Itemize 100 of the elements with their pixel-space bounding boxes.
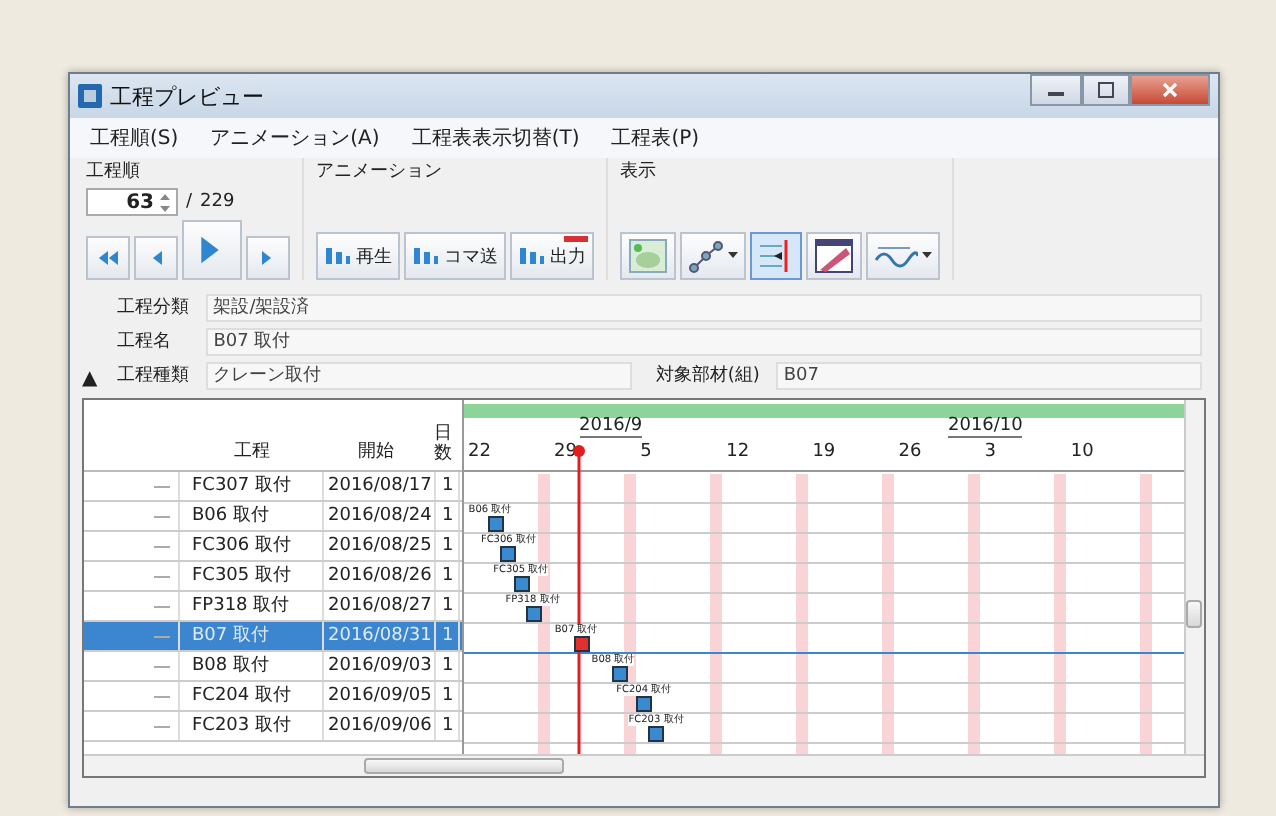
display-tool-button[interactable] [866,232,940,280]
vertical-scrollbar[interactable] [1184,400,1204,754]
group-label: 表示 [620,159,658,184]
month-label: 2016/9 [579,416,643,438]
group-label: 工程順 [86,159,142,184]
day-label: 22 [468,442,491,462]
table-row[interactable]: B08 取付 2016/09/03 1 [84,652,462,682]
table-row[interactable]: FP318 取付 2016/08/27 1 [84,592,462,622]
table-cell: 1 [436,592,460,620]
play-button[interactable] [182,220,242,280]
field-label: 対象部材(組) [653,363,762,388]
network-icon [688,238,724,274]
menu-item[interactable]: アニメーション(A) [210,124,380,152]
day-label: 19 [812,442,836,462]
horizontal-scrollbar[interactable] [84,754,1204,776]
table-cell: 1 [436,682,460,710]
task-marker[interactable] [513,576,530,592]
menu-item[interactable]: 工程順(S) [90,124,179,152]
table-cell: FC307 取付 [180,472,324,500]
maximize-button[interactable] [1082,74,1130,106]
field-label: 工程種類 [115,363,192,388]
table-cell: FP318 取付 [180,592,324,620]
month-label: 2016/10 [948,416,1023,438]
collapse-toggle[interactable]: ▲ [82,368,98,390]
table-cell: 2016/08/26 [324,562,436,590]
animation-button[interactable]: 出力 [510,232,594,280]
field-label: 工程名 [115,329,174,354]
day-label: 10 [1070,442,1094,462]
menu-item[interactable]: 工程表(P) [611,124,700,152]
chart-window-icon [814,238,854,274]
task-marker[interactable] [500,546,517,562]
table-cell: 2016/09/05 [324,682,436,710]
prev-button[interactable] [134,236,178,280]
table-cell: 1 [436,562,460,590]
maximize-icon [1098,82,1114,98]
task-marker[interactable] [611,666,628,682]
first-icon [94,246,122,270]
task-marker[interactable] [525,606,542,622]
close-icon [1162,82,1178,98]
table-cell: 1 [436,652,460,680]
day-label: 5 [640,442,652,462]
table-cell: FC204 取付 [180,682,324,710]
table-row[interactable]: FC204 取付 2016/09/05 1 [84,682,462,712]
next-button[interactable] [246,236,290,280]
table-cell: 2016/09/06 [324,712,436,740]
table-cell: 2016/08/24 [324,502,436,530]
timeline-icon [758,238,794,274]
animation-button[interactable]: 再生 [316,232,400,280]
table-row[interactable]: FC203 取付 2016/09/06 1 [84,712,462,742]
window-title: 工程プレビュー [110,81,264,111]
bars-icon [412,244,440,268]
separator-text: / [186,192,193,212]
day-label: 12 [726,442,750,462]
field-label: 工程分類 [115,295,192,320]
spinner-arrows-icon [158,191,172,213]
task-marker[interactable] [648,726,665,742]
table-cell: 1 [436,712,460,740]
total-count: 229 [200,192,235,212]
table-cell: 2016/09/03 [324,652,436,680]
table-cell: 2016/08/27 [324,592,436,620]
close-button[interactable] [1130,74,1210,106]
field-value: B07 [775,361,1203,389]
minimize-button[interactable] [1030,74,1082,106]
table-row[interactable]: FC306 取付 2016/08/25 1 [84,532,462,562]
first-button[interactable] [86,236,130,280]
wave-icon [874,242,918,270]
day-label: 26 [898,442,922,462]
table-row[interactable]: B06 取付 2016/08/24 1 [84,502,462,532]
display-tool-button[interactable] [680,232,746,280]
table-cell: 2016/08/31 [324,622,436,650]
map-icon [628,238,668,274]
column-header: 開始 [356,440,396,466]
table-cell: 1 [436,532,460,560]
column-header: 工程 [232,440,272,466]
field-value: 架設/架設済 [205,293,1202,321]
task-marker[interactable] [636,696,653,712]
table-cell: B08 取付 [180,652,324,680]
menu-item[interactable]: 工程表表示切替(T) [411,124,580,152]
task-marker[interactable] [488,516,505,532]
table-cell: 2016/08/17 [324,472,436,500]
bars-icon [518,244,546,268]
group-label: アニメーション [316,160,444,184]
bars-icon [324,244,352,268]
table-row[interactable]: FC305 取付 2016/08/26 1 [84,562,462,592]
app-icon [78,84,102,108]
animation-button[interactable]: コマ送 [404,232,506,280]
display-tool-button[interactable] [806,232,862,280]
table-cell: FC306 取付 [180,532,324,560]
table-cell: 1 [436,502,460,530]
table-cell: B06 取付 [180,502,324,530]
field-value: B07 取付 [205,327,1202,355]
order-spinner[interactable]: 63 [86,188,178,216]
column-header: 日数 [434,426,452,466]
table-row[interactable]: FC307 取付 2016/08/17 1 [84,472,462,502]
table-cell: B07 取付 [180,622,324,650]
field-value: クレーン取付 [205,361,632,389]
table-cell: 1 [436,622,460,650]
task-marker[interactable] [574,636,591,652]
table-cell: 1 [436,472,460,500]
table-cell: FC203 取付 [180,712,324,740]
